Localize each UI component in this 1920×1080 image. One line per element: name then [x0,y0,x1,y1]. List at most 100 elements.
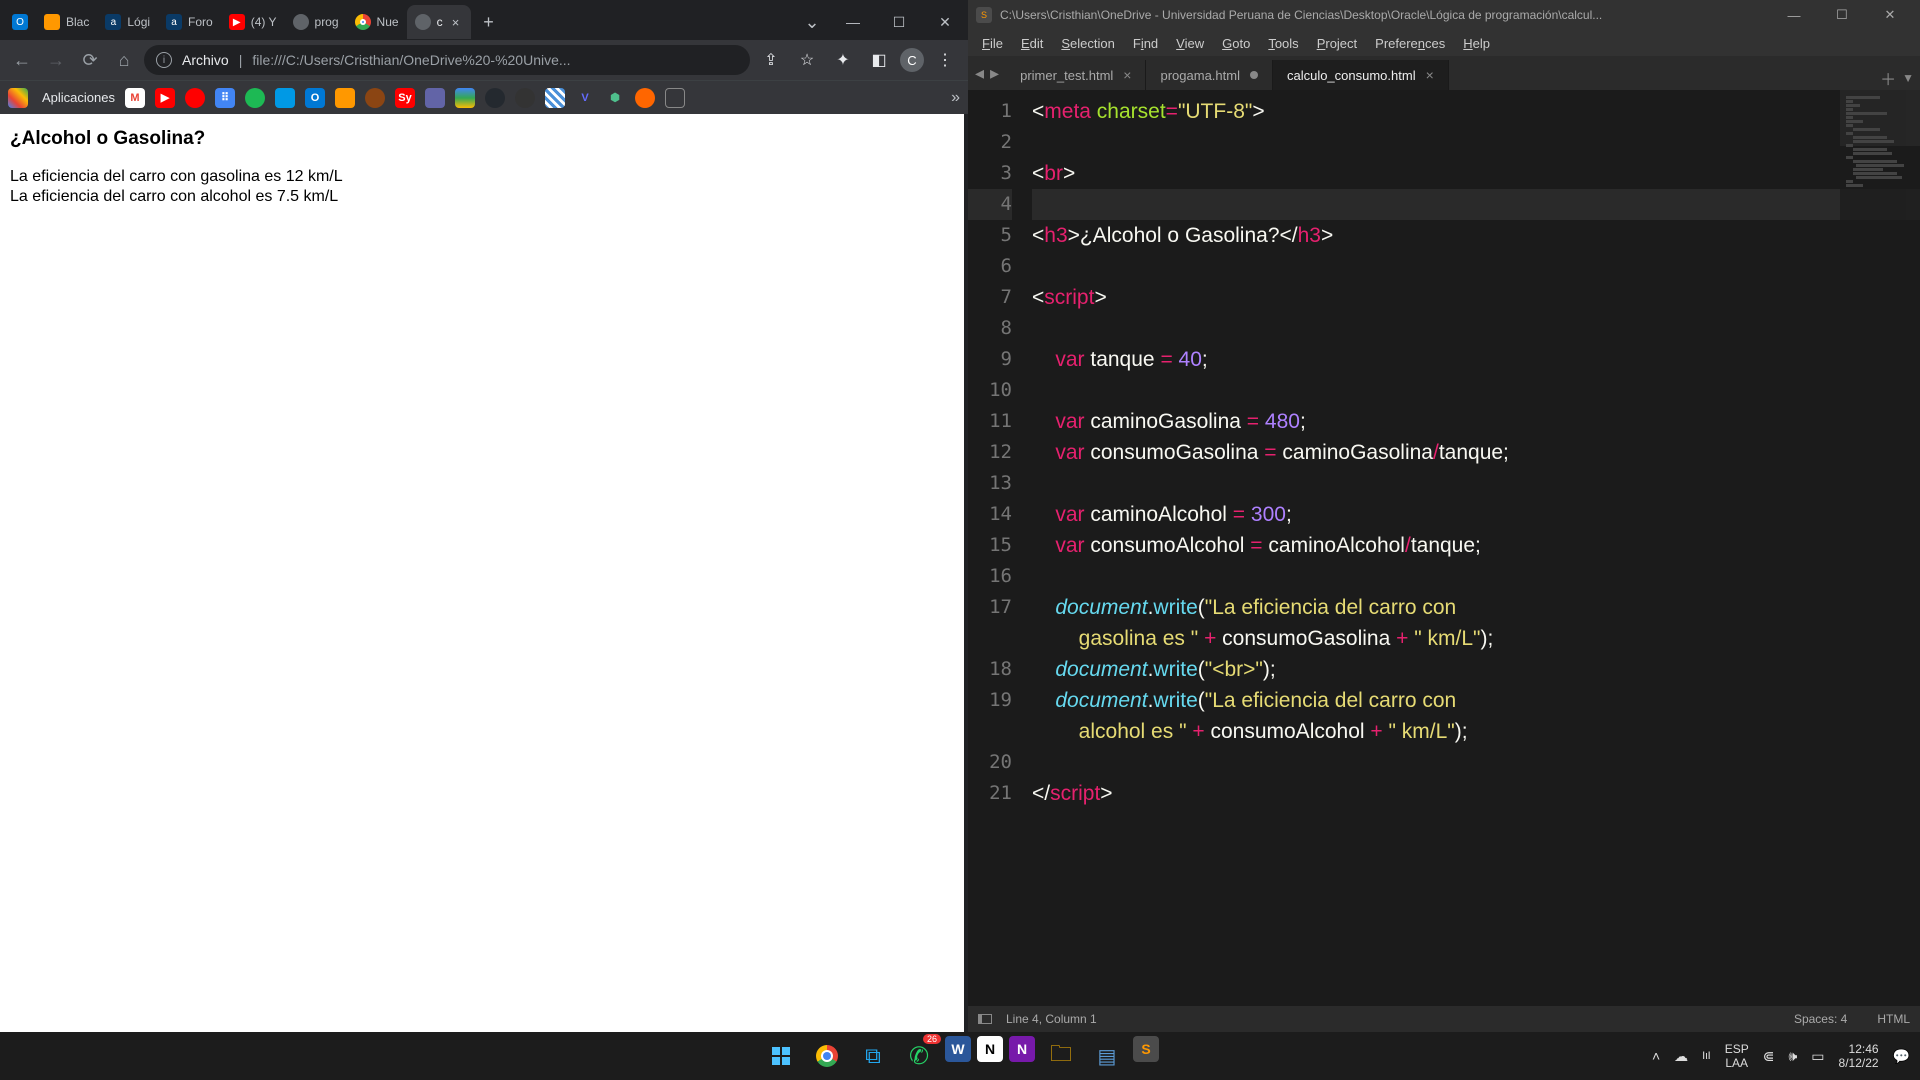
clock[interactable]: 12:468/12/22 [1839,1042,1879,1071]
close-window-button[interactable]: ✕ [922,5,968,39]
side-panel-button[interactable]: ◧ [864,45,894,75]
bookmark-icon[interactable] [275,88,295,108]
taskbar-whatsapp[interactable]: ✆26 [899,1036,939,1076]
close-tab-icon[interactable]: × [1123,67,1131,83]
tray-icon[interactable]: ΙιΙ [1702,1050,1711,1062]
home-button[interactable]: ⌂ [110,46,138,74]
browser-tab[interactable]: aForo [158,5,221,39]
editor-tab[interactable]: progama.html [1146,60,1272,90]
side-panel-toggle-icon[interactable] [978,1014,992,1024]
menu-help[interactable]: Help [1455,33,1498,54]
battery-icon[interactable]: ▭ [1811,1048,1824,1065]
tab-menu-button[interactable]: ▼ [1902,71,1914,85]
ytmusic-icon[interactable] [185,88,205,108]
symbolab-icon[interactable]: Sy [395,88,415,108]
menu-file[interactable]: File [974,33,1011,54]
bookmark-icon[interactable] [665,88,685,108]
browser-tab[interactable]: Blac [36,5,97,39]
volume-icon[interactable]: 🕪 [1788,1048,1797,1065]
tab-prev-button[interactable]: ◂ [972,63,987,84]
onedrive-icon[interactable]: ☁ [1674,1048,1688,1065]
close-tab-icon[interactable]: × [449,15,463,29]
menu-project[interactable]: Project [1309,33,1365,54]
menu-find[interactable]: Find [1125,33,1166,54]
sublime-titlebar[interactable]: S C:\Users\Cristhian\OneDrive - Universi… [968,0,1920,30]
minimize-button[interactable]: — [830,5,876,39]
maximize-button[interactable]: ☐ [876,5,922,39]
address-bar[interactable]: i Archivo | file:///C:/Users/Cristhian/O… [144,45,750,75]
bookmark-icon[interactable]: ⬢ [605,88,625,108]
language-indicator[interactable]: ESPLAA [1725,1042,1749,1071]
cursor-position[interactable]: Line 4, Column 1 [1006,1012,1097,1026]
browser-tab[interactable]: Nue [347,5,407,39]
browser-tab-active[interactable]: c× [407,5,471,39]
bookmark-icon[interactable] [515,88,535,108]
menu-view[interactable]: View [1168,33,1212,54]
menu-selection[interactable]: Selection [1053,33,1122,54]
menu-tools[interactable]: Tools [1260,33,1306,54]
notifications-button[interactable]: 💬 [1893,1048,1910,1065]
share-button[interactable]: ⇪ [756,45,786,75]
profile-button[interactable]: C [900,48,924,72]
wifi-icon[interactable]: ⋐ [1763,1048,1775,1065]
bookmark-icon[interactable] [425,88,445,108]
taskbar-vscode[interactable]: ⧉ [853,1036,893,1076]
editor-tab[interactable]: primer_test.html× [1006,60,1146,90]
new-tab-button[interactable]: ＋ [1880,66,1896,90]
browser-tab[interactable]: ▶(4) Y [221,5,285,39]
apps-label[interactable]: Aplicaciones [42,90,115,105]
close-tab-icon[interactable]: × [1426,67,1434,83]
chrome-menu-button[interactable]: ⋮ [930,45,960,75]
menu-goto[interactable]: Goto [1214,33,1258,54]
taskbar-onenote[interactable]: N [1009,1036,1035,1062]
minimap[interactable] [1840,90,1920,230]
minimize-button[interactable]: — [1772,2,1816,28]
gmail-icon[interactable]: M [125,88,145,108]
tab-dropdown-button[interactable]: ⌄ [794,5,830,39]
browser-tab[interactable]: aLógi [97,5,158,39]
back-button[interactable]: ← [8,46,36,74]
youtube-icon: ▶ [229,14,245,30]
bookmarks-overflow-button[interactable]: » [951,89,960,107]
apps-icon[interactable] [8,88,28,108]
browser-tab[interactable]: prog [285,5,347,39]
tab-next-button[interactable]: ▸ [987,63,1002,84]
site-info-icon[interactable]: i [156,52,172,68]
taskbar-explorer[interactable]: 🗀 [1041,1036,1081,1076]
bookmark-icon[interactable] [635,88,655,108]
taskbar-notion[interactable]: N [977,1036,1003,1062]
start-button[interactable] [761,1036,801,1076]
new-tab-button[interactable]: + [475,8,503,36]
bookmark-star-button[interactable]: ☆ [792,45,822,75]
browser-tab[interactable]: O [4,5,36,39]
drive-icon[interactable] [455,88,475,108]
menu-preferences[interactable]: Preferences [1367,33,1453,54]
editor-tab-active[interactable]: calculo_consumo.html× [1273,60,1449,90]
bookmark-icon[interactable] [335,88,355,108]
close-window-button[interactable]: ✕ [1868,2,1912,28]
reload-button[interactable]: ⟳ [76,46,104,74]
extensions-button[interactable]: ✦ [828,45,858,75]
maximize-button[interactable]: ☐ [1820,2,1864,28]
forward-button[interactable]: → [42,46,70,74]
site-icon [44,14,60,30]
github-icon[interactable] [485,88,505,108]
indentation-setting[interactable]: Spaces: 4 [1794,1012,1847,1026]
syntax-setting[interactable]: HTML [1877,1012,1910,1026]
bookmark-icon[interactable] [545,88,565,108]
menu-edit[interactable]: Edit [1013,33,1051,54]
vite-icon[interactable]: V [575,88,595,108]
youtube-icon[interactable]: ▶ [155,88,175,108]
taskbar-chrome[interactable] [807,1036,847,1076]
page-text-line: La eficiencia del carro con gasolina es … [10,168,958,186]
tray-overflow-button[interactable]: ˄ [1652,1048,1660,1064]
bookmark-icon[interactable] [365,88,385,108]
taskbar-sublime[interactable]: S [1133,1036,1159,1062]
taskbar-app[interactable]: ▤ [1087,1036,1127,1076]
code-editor[interactable]: <meta charset="UTF-8"> <br> <h3>¿Alcohol… [1026,90,1920,1006]
line-gutter[interactable]: 123456789101112131415161718192021 [968,90,1026,1006]
spotify-icon[interactable] [245,88,265,108]
outlook-icon[interactable]: O [305,88,325,108]
taskbar-word[interactable]: W [945,1036,971,1062]
translate-icon[interactable]: ⠿ [215,88,235,108]
